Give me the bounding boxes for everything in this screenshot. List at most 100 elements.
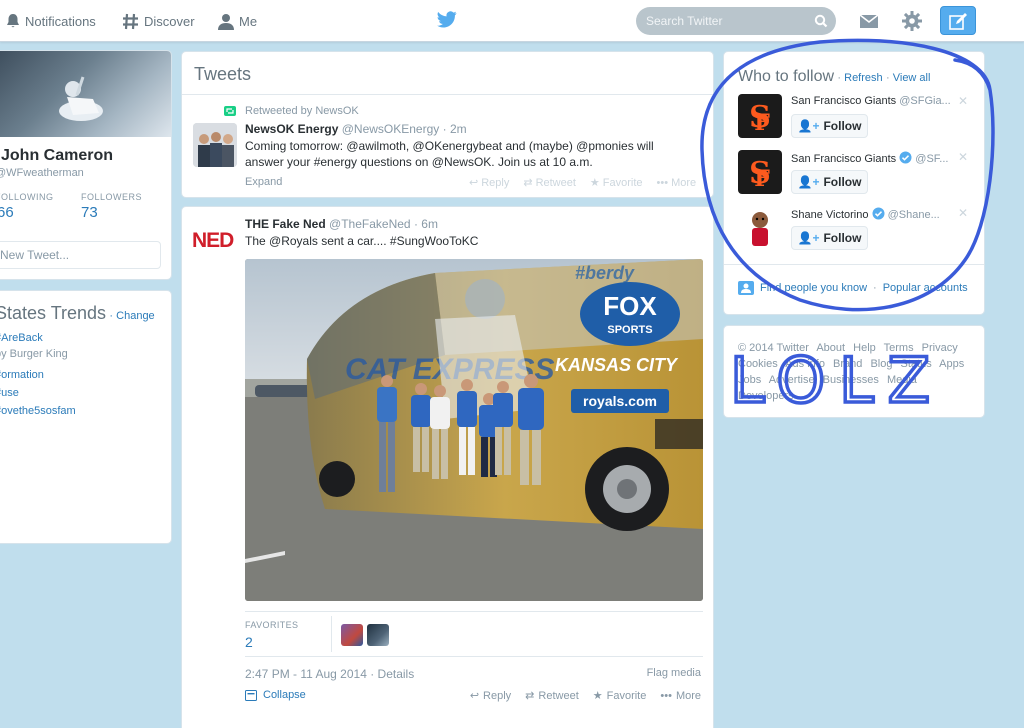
suggestion-handle[interactable]: @SFGia... — [899, 95, 951, 107]
footer-link[interactable]: Advertise — [769, 374, 815, 386]
search-icon[interactable] — [814, 14, 828, 28]
footer-link[interactable]: Status — [901, 358, 932, 370]
tweet-author-handle[interactable]: @NewsOKEnergy — [342, 122, 440, 136]
footer-link[interactable]: Jobs — [738, 374, 761, 386]
expand-link[interactable]: Expand — [245, 176, 282, 188]
popular-accounts-link[interactable]: Popular accounts — [883, 282, 968, 294]
profile-handle[interactable]: @WFweatherman — [0, 167, 84, 179]
footer-link[interactable]: Media — [887, 374, 917, 386]
favoriter-avatar[interactable] — [367, 624, 389, 646]
ned-logo-avatar[interactable]: NED — [192, 229, 236, 255]
retweet-action[interactable]: ⇄ Retweet — [525, 689, 579, 703]
profile-banner-image[interactable] — [0, 51, 171, 137]
shane-victorino-avatar[interactable] — [738, 206, 782, 250]
tweet-timestamp[interactable]: 2:47 PM - 11 Aug 2014 · Details — [245, 667, 414, 681]
trends-change-link[interactable]: Change — [116, 310, 155, 322]
more-action[interactable]: ••• More — [660, 689, 701, 702]
suggestion-handle[interactable]: @SF... — [915, 153, 948, 165]
compose-tweet-button[interactable] — [940, 6, 976, 35]
nav-discover-label: Discover — [144, 13, 195, 29]
reply-action[interactable]: ↩ Reply — [469, 689, 511, 703]
tweet-author-handle[interactable]: @TheFakeNed — [329, 217, 411, 231]
favorites-label: FAVORITES — [245, 620, 299, 630]
star-icon: ★ — [592, 690, 603, 702]
following-count[interactable]: 66 — [0, 204, 14, 221]
follow-button[interactable]: 👤+ Follow — [791, 226, 868, 250]
footer-link[interactable]: Help — [853, 342, 876, 354]
retweet-action[interactable]: ⇄ Retweet — [523, 176, 576, 190]
nav-notifications[interactable]: Notifications — [6, 10, 96, 32]
flag-media-link[interactable]: Flag media — [647, 667, 701, 679]
favorites-count[interactable]: 2 — [245, 634, 253, 650]
sports-label: SPORTS — [607, 324, 652, 336]
footer-link[interactable]: Businesses — [823, 374, 879, 386]
tweet-time[interactable]: · 2m — [443, 122, 467, 136]
footer-link[interactable]: Developers — [738, 390, 794, 402]
dismiss-close-icon[interactable]: ✕ — [958, 206, 968, 220]
suggestion-name[interactable]: San Francisco Giants — [791, 153, 896, 165]
reply-action[interactable]: ↩ Reply — [469, 176, 509, 190]
footer-link[interactable]: Cookies — [738, 358, 778, 370]
more-label: More — [675, 689, 701, 702]
sf-giants-avatar[interactable]: SF — [738, 94, 782, 138]
footer-link[interactable]: Apps — [939, 358, 964, 370]
search-input[interactable] — [646, 12, 806, 30]
footer-link[interactable]: Brand — [833, 358, 862, 370]
trend-promoted-by: by Burger King — [0, 348, 68, 360]
new-tweet-input[interactable]: New Tweet... — [0, 241, 161, 269]
nav-me[interactable]: Me — [218, 10, 257, 32]
nav-discover[interactable]: Discover — [122, 10, 195, 32]
gear-icon[interactable] — [901, 10, 923, 32]
footer-link[interactable]: Privacy — [922, 342, 958, 354]
trend-item[interactable]: #AreBack — [0, 332, 43, 344]
favorite-action[interactable]: ★ Favorite — [590, 176, 643, 190]
add-user-icon: 👤+ — [797, 175, 820, 189]
tweet-author-name[interactable]: THE Fake Ned — [245, 217, 326, 231]
follow-button[interactable]: 👤+ Follow — [791, 170, 868, 194]
profile-name[interactable]: John Cameron — [1, 147, 113, 165]
collapse-link[interactable]: Collapse — [245, 689, 306, 701]
refresh-link[interactable]: Refresh — [844, 72, 883, 84]
trend-item[interactable]: #use — [0, 387, 19, 399]
suggestion-name-line: Shane Victorino @Shane... — [791, 207, 940, 221]
view-all-link[interactable]: View all — [893, 72, 931, 84]
trend-item[interactable]: #ormation — [0, 369, 44, 381]
tweet-author-name[interactable]: NewsOK Energy — [245, 122, 338, 136]
twitter-bird-logo[interactable] — [437, 11, 457, 28]
favorite-label: Favorite — [602, 176, 643, 189]
footer-links-panel: © 2014 Twitter About Help Terms Privacy … — [723, 325, 985, 418]
find-people-link[interactable]: Find people you know — [760, 282, 867, 294]
reply-icon: ↩ — [469, 690, 480, 702]
dismiss-close-icon[interactable]: ✕ — [958, 150, 968, 164]
followers-count[interactable]: 73 — [81, 204, 98, 221]
footer-link[interactable]: Blog — [870, 358, 892, 370]
dismiss-close-icon[interactable]: ✕ — [958, 94, 968, 108]
retweeted-by-label[interactable]: Retweeted by NewsOK — [245, 105, 359, 117]
suggestion-name[interactable]: San Francisco Giants — [791, 95, 896, 107]
follow-button[interactable]: 👤+ Follow — [791, 114, 868, 138]
sf-giants-avatar[interactable]: SF — [738, 150, 782, 194]
footer-link[interactable]: About — [816, 342, 845, 354]
more-action[interactable]: ••• More — [657, 176, 697, 189]
favoriter-avatar[interactable] — [341, 624, 363, 646]
nav-notifications-label: Notifications — [25, 13, 96, 29]
nav-me-label: Me — [239, 13, 258, 29]
search-box[interactable] — [636, 7, 836, 35]
svg-text:F: F — [754, 166, 770, 192]
trend-item[interactable]: #ovethe5sosfam — [0, 405, 76, 417]
tweet-photo-bus[interactable]: FOX SPORTS #berdy KANSAS CITY royals.com… — [245, 259, 703, 601]
footer-link[interactable]: Terms — [884, 342, 914, 354]
messages-envelope-icon[interactable] — [858, 10, 880, 32]
favorite-action[interactable]: ★ Favorite — [592, 689, 647, 703]
divider — [724, 264, 984, 265]
tweet-time[interactable]: · 6m — [414, 217, 438, 231]
bell-icon — [7, 14, 19, 28]
tweet-fake-ned[interactable]: NED THE Fake Ned @TheFakeNed · 6m The @R… — [181, 206, 714, 728]
newsok-avatar[interactable] — [193, 123, 237, 167]
suggestion-handle[interactable]: @Shane... — [888, 209, 940, 221]
retweet-icon — [224, 106, 236, 116]
suggestion-name[interactable]: Shane Victorino — [791, 209, 868, 221]
favorite-label: Favorite — [606, 689, 647, 702]
footer-link[interactable]: Ads info — [785, 358, 825, 370]
tweet-header: THE Fake Ned @TheFakeNed · 6m — [245, 217, 438, 231]
